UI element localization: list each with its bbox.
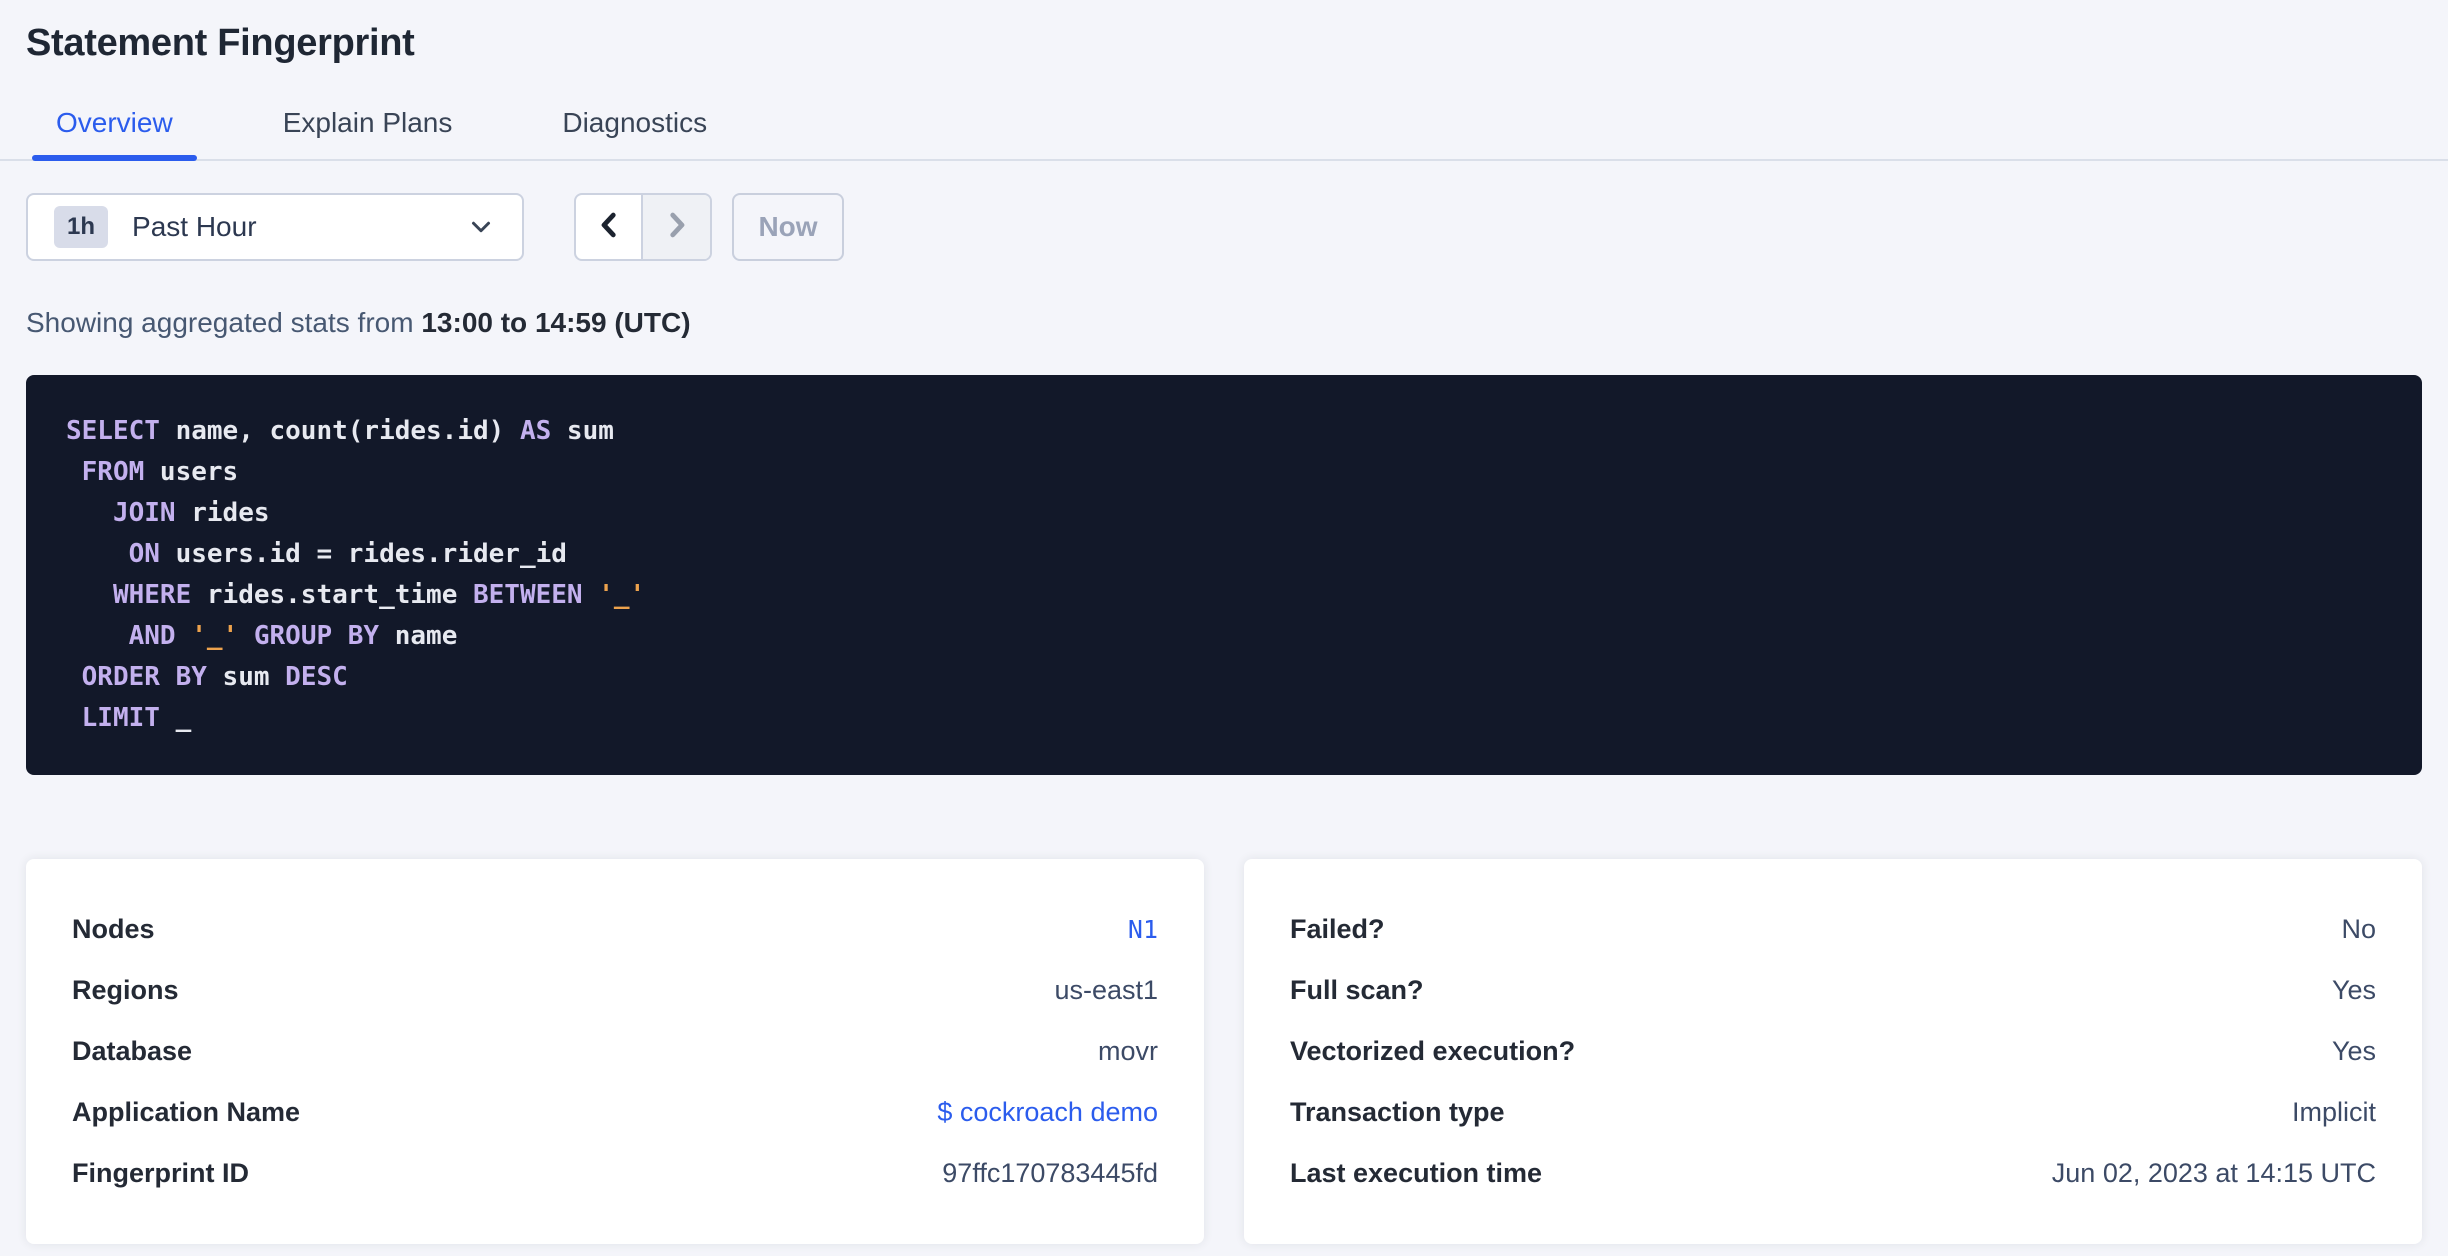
row-label: Transaction type [1290,1097,1505,1127]
sql-line: LIMIT _ [66,703,192,733]
row-label: Fingerprint ID [72,1158,249,1188]
time-range-label: Past Hour [132,211,257,242]
row-value: Implicit [2291,1097,2376,1127]
table-row: Nodes N1 [72,899,1158,960]
summary-cards: Nodes N1 Regions us-east1 Database movr Applic… [26,859,2422,1244]
row-value-link[interactable]: $ cockroach demo [937,1097,1158,1128]
table-row: Application Name $ cockroach demo [72,1082,1158,1143]
previous-time-range-button[interactable] [576,195,643,259]
sql-line: SELECT name, count(rides.id) AS sum [66,416,614,446]
table-row: Last execution time Jun 02, 2023 at 14:15… [1290,1143,2376,1204]
table-row: Vectorized execution? Yes [1290,1021,2376,1082]
execution-attributes-card: Failed? No Full scan? Yes Vectorized executi… [1244,859,2422,1244]
chevron-right-icon [660,208,694,247]
row-value: Yes [2331,1036,2376,1066]
aggregation-interval-range: 13:00 to 14:59 (UTC) [421,307,691,338]
table-row: Failed? No [1290,899,2376,960]
next-time-range-button[interactable] [643,195,710,259]
sql-line: JOIN rides [66,498,270,528]
now-button[interactable]: Now [732,193,844,261]
tab-explain-plans[interactable]: Explain Plans [259,91,477,159]
tab-diagnostics[interactable]: Diagnostics [538,91,731,159]
row-label: Last execution time [1290,1158,1543,1188]
row-value: No [2341,914,2376,944]
row-label: Nodes [72,914,155,944]
time-controls: 1h Past Hour Now [26,193,2422,261]
sql-line: ON users.id = rides.rider_id [66,539,567,569]
row-value: Yes [2331,975,2376,1005]
time-range-badge: 1h [54,206,109,248]
row-label: Full scan? [1290,975,1424,1005]
row-label: Regions [72,975,179,1005]
row-label: Database [72,1036,193,1066]
sql-line: WHERE rides.start_time BETWEEN '_' [66,580,646,610]
sql-line: AND '_' GROUP BY name [66,621,458,651]
row-value: Jun 02, 2023 at 14:15 UTC [2051,1158,2376,1188]
sql-line: ORDER BY sum DESC [66,662,348,692]
table-row: Full scan? Yes [1290,960,2376,1021]
row-value: us-east1 [1054,975,1158,1005]
table-row: Fingerprint ID 97ffc170783445fd [72,1143,1158,1204]
chevron-left-icon [592,208,626,247]
row-label: Failed? [1290,914,1385,944]
sql-statement: SELECT name, count(rides.id) AS sum FROM… [66,411,2382,739]
statement-details-card: Nodes N1 Regions us-east1 Database movr Applic… [26,859,1204,1244]
time-range-dropdown[interactable]: 1h Past Hour [26,193,524,261]
table-row: Database movr [72,1021,1158,1082]
row-label: Vectorized execution? [1290,1036,1576,1066]
aggregation-interval-prefix: Showing aggregated stats from [26,307,422,338]
tab-overview[interactable]: Overview [32,91,197,161]
time-range-stepper [574,193,712,261]
chevron-down-icon [466,212,496,242]
table-row: Regions us-east1 [72,960,1158,1021]
sql-statement-box: SELECT name, count(rides.id) AS sum FROM… [26,375,2422,775]
aggregation-interval-text: Showing aggregated stats from 13:00 to 1… [26,307,2422,339]
row-label: Application Name [72,1097,301,1127]
table-row: Transaction type Implicit [1290,1082,2376,1143]
sql-line: FROM users [66,457,239,487]
row-value: movr [1098,1036,1158,1066]
tab-bar: Overview Explain Plans Diagnostics [0,91,2448,161]
row-value-link[interactable]: N1 [1128,915,1158,944]
row-value: 97ffc170783445fd [942,1158,1158,1188]
page-header: Statement Fingerprint [0,0,2448,65]
page-title: Statement Fingerprint [26,22,415,64]
